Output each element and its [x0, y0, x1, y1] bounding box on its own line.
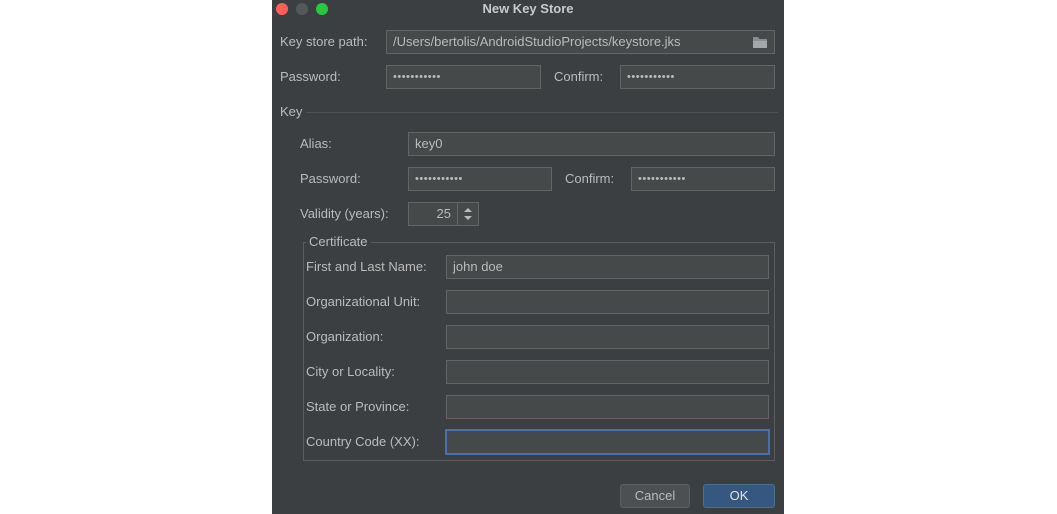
alias-label: Alias: [300, 136, 332, 151]
country-code-label: Country Code (XX): [306, 434, 420, 449]
keystore-path-field[interactable]: /Users/bertolis/AndroidStudioProjects/ke… [386, 30, 775, 54]
title-bar: New Key Store [272, 0, 784, 18]
keystore-path-value: /Users/bertolis/AndroidStudioProjects/ke… [393, 34, 681, 49]
first-last-name-field[interactable]: john doe [446, 255, 769, 279]
keystore-password-field[interactable]: ••••••••••• [386, 65, 541, 89]
key-section-label: Key [280, 104, 303, 119]
organization-label: Organization: [306, 329, 384, 344]
city-locality-field[interactable] [446, 360, 769, 384]
alias-field[interactable]: key0 [408, 132, 775, 156]
state-province-field[interactable] [446, 395, 769, 419]
validity-field[interactable]: 25 [408, 202, 458, 226]
certificate-title: Certificate [306, 234, 371, 250]
validity-label: Validity (years): [300, 206, 389, 221]
dialog-title: New Key Store [482, 1, 574, 16]
ok-button[interactable]: OK [703, 484, 775, 508]
keystore-password-label: Password: [280, 69, 341, 84]
key-confirm-label: Confirm: [565, 171, 615, 186]
cancel-button[interactable]: Cancel [620, 484, 690, 508]
keystore-confirm-label: Confirm: [554, 69, 604, 84]
spinner-arrows-icon [464, 208, 472, 220]
validity-spinner[interactable] [457, 202, 479, 226]
country-code-field[interactable] [445, 429, 770, 455]
state-province-label: State or Province: [306, 399, 410, 414]
keystore-path-label: Key store path: [280, 34, 368, 49]
first-last-name-label: First and Last Name: [306, 259, 427, 274]
new-key-store-dialog: New Key Store Key store path: /Users/ber… [272, 0, 784, 514]
key-password-field[interactable]: ••••••••••• [408, 167, 552, 191]
folder-icon[interactable] [752, 35, 768, 49]
organizational-unit-field[interactable] [446, 290, 769, 314]
key-section-divider [306, 112, 778, 113]
city-locality-label: City or Locality: [306, 364, 395, 379]
organization-field[interactable] [446, 325, 769, 349]
organizational-unit-label: Organizational Unit: [306, 294, 421, 309]
key-confirm-field[interactable]: ••••••••••• [631, 167, 775, 191]
keystore-confirm-field[interactable]: ••••••••••• [620, 65, 775, 89]
key-password-label: Password: [300, 171, 361, 186]
